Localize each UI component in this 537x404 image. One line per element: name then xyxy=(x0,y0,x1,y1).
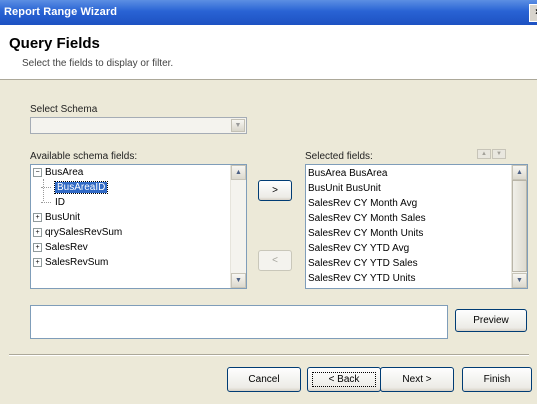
selected-scrollbar[interactable]: ▲ ▼ xyxy=(511,165,527,288)
close-button[interactable]: × xyxy=(529,4,537,22)
scroll-down-icon[interactable]: ▼ xyxy=(512,273,527,288)
tree-item-label: SalesRevSum xyxy=(45,257,109,268)
expand-icon[interactable]: + xyxy=(33,242,42,252)
next-button[interactable]: Next > xyxy=(380,367,454,392)
move-down-icon[interactable]: ▼ xyxy=(492,149,506,159)
move-up-icon[interactable]: ▲ xyxy=(477,149,491,159)
selected-fields-label: Selected fields: xyxy=(305,151,373,162)
schema-select[interactable]: ▼ xyxy=(30,117,247,134)
preview-button[interactable]: Preview xyxy=(455,309,527,332)
add-field-button[interactable]: > xyxy=(258,180,292,201)
back-button[interactable]: < Back xyxy=(307,367,381,392)
remove-field-button[interactable]: < xyxy=(258,250,292,271)
tree-item[interactable]: + qrySalesRevSum xyxy=(33,226,122,240)
cancel-button[interactable]: Cancel xyxy=(227,367,301,392)
selected-field-item[interactable]: BusArea BusArea xyxy=(308,166,388,181)
selected-field-item[interactable]: BusUnit BusUnit xyxy=(308,181,381,196)
selected-field-item[interactable]: SalesRev CY Month Avg xyxy=(308,196,417,211)
collapse-icon[interactable]: − xyxy=(33,167,42,177)
expand-icon[interactable]: + xyxy=(33,212,42,222)
available-scrollbar[interactable]: ▲ ▼ xyxy=(230,165,246,288)
tree-item[interactable]: − BusArea xyxy=(33,166,83,180)
wizard-header: Query Fields Select the fields to displa… xyxy=(0,25,537,80)
preview-panel xyxy=(30,305,448,339)
tree-item-label: BusAreaID xyxy=(53,181,109,194)
preview-label: Preview xyxy=(473,315,509,326)
scroll-up-icon[interactable]: ▲ xyxy=(512,165,527,180)
selected-fields-list[interactable]: BusArea BusArea BusUnit BusUnit SalesRev C… xyxy=(305,164,528,289)
tree-connector xyxy=(41,186,51,188)
selected-field-item[interactable]: SalesRev CY YTD Avg xyxy=(308,241,409,256)
tree-item[interactable]: ID xyxy=(41,196,65,210)
selected-field-item[interactable]: SalesRev CY YTD Units xyxy=(308,271,415,286)
title-bar[interactable]: Report Range Wizard × xyxy=(0,0,537,25)
finish-button[interactable]: Finish xyxy=(462,367,532,392)
add-field-label: > xyxy=(272,185,278,196)
available-fields-label: Available schema fields: xyxy=(30,151,138,162)
footer-divider xyxy=(9,354,529,356)
tree-item[interactable]: BusAreaID xyxy=(41,181,109,195)
expand-icon[interactable]: + xyxy=(33,227,42,237)
selected-field-item[interactable]: SalesRev CY YTD Sales xyxy=(308,256,418,271)
page-title: Query Fields xyxy=(9,35,100,52)
next-label: Next > xyxy=(402,374,432,385)
chevron-down-icon[interactable]: ▼ xyxy=(231,119,245,132)
wizard-window: Report Range Wizard × Query Fields Selec… xyxy=(0,0,537,404)
tree-item[interactable]: + BusUnit xyxy=(33,211,80,225)
tree-item-label: BusArea xyxy=(45,167,84,178)
window-title: Report Range Wizard xyxy=(4,6,118,18)
tree-item[interactable]: + SalesRev xyxy=(33,241,88,255)
available-fields-tree[interactable]: − BusArea BusAreaID ID + BusUnit + qrySalesRevS… xyxy=(30,164,247,289)
tree-item-label: ID xyxy=(55,197,65,208)
tree-item-label: qrySalesRevSum xyxy=(45,227,123,238)
selected-field-item[interactable]: SalesRev CY Month Sales xyxy=(308,211,426,226)
page-subtitle: Select the fields to display or filter. xyxy=(22,58,174,69)
remove-field-label: < xyxy=(272,255,278,266)
cancel-label: Cancel xyxy=(248,374,280,385)
tree-connector xyxy=(41,201,51,203)
tree-item-label: SalesRev xyxy=(45,242,88,253)
scroll-up-icon[interactable]: ▲ xyxy=(231,165,246,180)
finish-label: Finish xyxy=(483,374,511,385)
scroll-down-icon[interactable]: ▼ xyxy=(231,273,246,288)
expand-icon[interactable]: + xyxy=(33,257,42,267)
scroll-thumb[interactable] xyxy=(512,180,527,272)
tree-item-label: BusUnit xyxy=(45,212,81,223)
schema-label: Select Schema xyxy=(30,104,98,115)
focus-ring xyxy=(312,372,376,387)
selected-field-item[interactable]: SalesRev CY Month Units xyxy=(308,226,423,241)
tree-item[interactable]: + SalesRevSum xyxy=(33,256,108,270)
